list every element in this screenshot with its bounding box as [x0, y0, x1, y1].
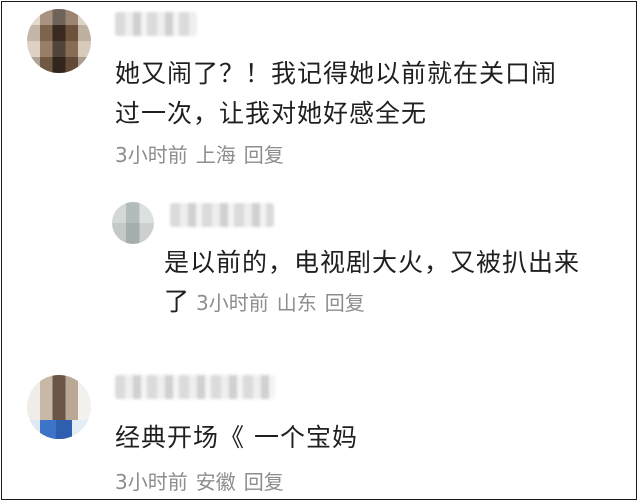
- comment-time: 3小时前: [115, 143, 188, 167]
- comment-text-line: 她又闹了？！我记得她以前就在关口闹: [115, 59, 558, 88]
- comment-location: 山东: [276, 291, 317, 315]
- avatar[interactable]: [27, 9, 91, 73]
- avatar[interactable]: [112, 202, 154, 244]
- username-blurred[interactable]: [115, 12, 197, 36]
- avatar[interactable]: [27, 375, 91, 439]
- comment-text-line: 经典开场《 一个宝妈: [115, 423, 358, 452]
- username-blurred[interactable]: [115, 375, 275, 399]
- comment-meta: 3小时前 上海 回复: [115, 141, 292, 169]
- reply-button[interactable]: 回复: [325, 291, 365, 315]
- comment-location: 安徽: [195, 470, 236, 494]
- comment-meta: 3小时前 安徽 回复: [115, 468, 292, 496]
- comment-time: 3小时前: [196, 291, 269, 315]
- username-blurred[interactable]: [170, 203, 274, 227]
- comment-time: 3小时前: [115, 470, 188, 494]
- reply-button[interactable]: 回复: [244, 143, 284, 167]
- comment-location: 上海: [195, 143, 236, 167]
- comment-text-line: 过一次，让我对她好感全无: [115, 99, 428, 128]
- comment-text-line: 是以前的，电视剧大火，又被扒出来: [164, 248, 581, 277]
- comment-meta: 3小时前 山东 回复: [196, 289, 373, 317]
- comment-text-line: 了: [164, 287, 191, 316]
- reply-button[interactable]: 回复: [244, 470, 284, 494]
